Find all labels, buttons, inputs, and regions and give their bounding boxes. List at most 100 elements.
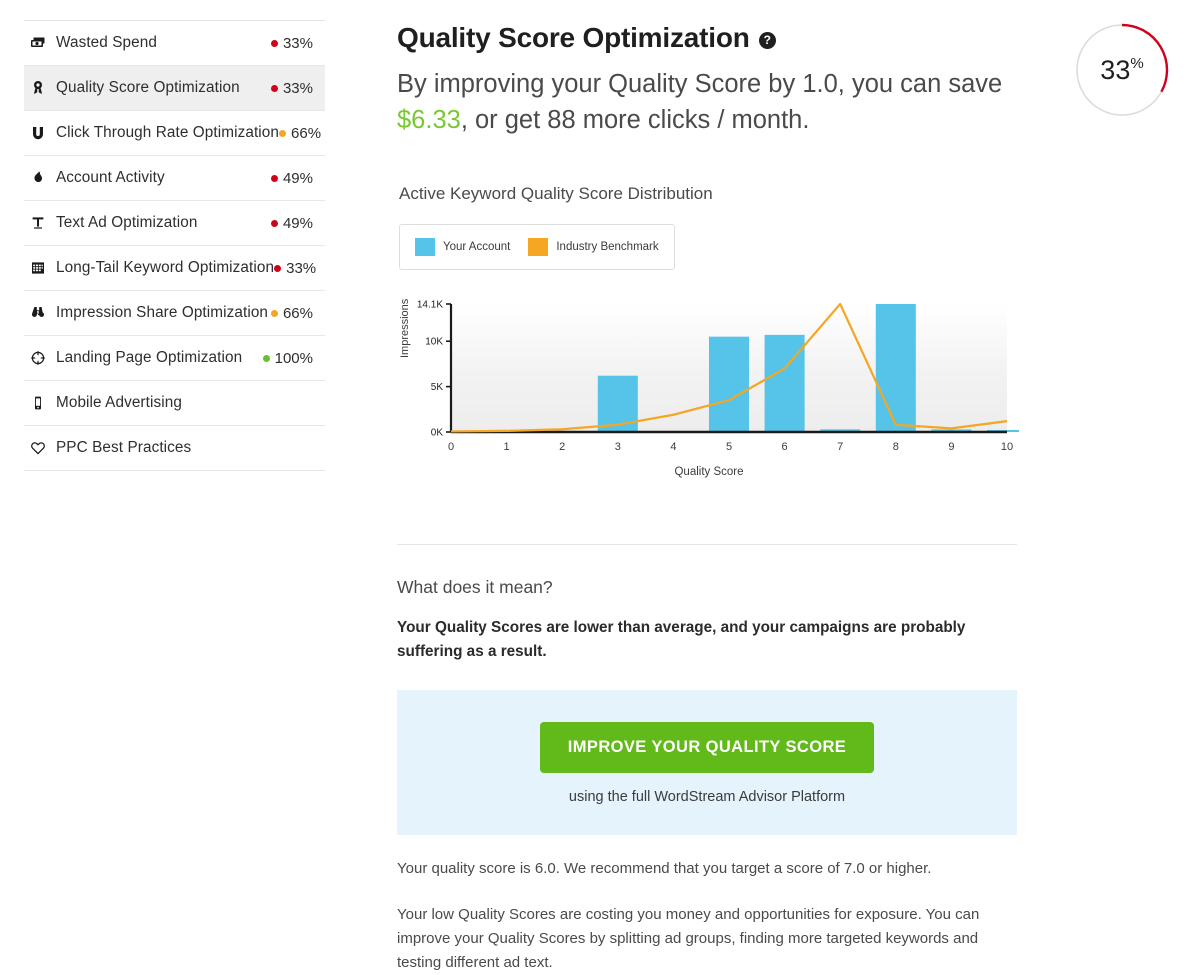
chart-x-axis-label: Quality Score [399,466,1019,478]
legend-item-industry-benchmark[interactable]: Industry Benchmark [528,238,658,256]
sidebar-item-label: Impression Share Optimization [56,304,271,322]
detail-paragraph-1: Your quality score is 6.0. We recommend … [397,857,997,881]
legend-label-your-account: Your Account [443,241,510,253]
sidebar-item-landing-page-optimization[interactable]: Landing Page Optimization 100% [24,336,325,381]
headline-part-1: By improving your Quality Score by 1.0, … [397,70,1002,98]
sidebar-item-score-value: 66% [283,305,313,322]
sidebar-item-label: Text Ad Optimization [56,214,271,232]
score-gauge: 33 % [1074,22,1170,118]
binoculars-icon [30,305,56,321]
headline-part-2: , or get 88 more clicks / month. [461,106,810,134]
gauge-unit: % [1130,55,1143,72]
sidebar-item-score-value: 100% [275,350,313,367]
sidebar-item-score-value: 33% [286,260,316,277]
svg-text:1: 1 [504,441,510,453]
svg-text:2: 2 [559,441,565,453]
headline: By improving your Quality Score by 1.0, … [397,66,1017,138]
sidebar-item-label: Quality Score Optimization [56,79,271,97]
sidebar-item-score: 66% [271,305,313,322]
magnet-icon [30,125,56,141]
sidebar-item-account-activity[interactable]: Account Activity 49% [24,156,325,201]
sidebar-item-score-value: 66% [291,125,321,142]
cta-subtext: using the full WordStream Advisor Platfo… [397,789,1017,805]
money-bills-icon [30,35,56,51]
grid-table-icon [30,260,56,276]
target-crosshair-icon [30,350,56,366]
status-dot [279,130,286,137]
sidebar-item-score: 100% [263,350,313,367]
headline-savings-amount: $6.33 [397,106,461,134]
sidebar-item-score: 49% [271,215,313,232]
detail-paragraph-2: Your low Quality Scores are costing you … [397,903,997,975]
legend-swatch-industry-benchmark [528,238,548,256]
sidebar-item-label: Click Through Rate Optimization [56,124,279,142]
svg-text:14.1K: 14.1K [417,300,443,311]
sidebar: Wasted Spend33%Quality Score Optimizatio… [0,0,325,956]
status-dot [271,85,278,92]
status-dot [271,40,278,47]
status-dot [274,265,281,272]
award-ribbon-icon [30,80,56,96]
chart-canvas: 0K5K10K14.1K012345678910 [399,292,1019,467]
sidebar-item-ppc-best-practices[interactable]: PPC Best Practices [24,426,325,471]
text-format-icon [30,215,56,231]
svg-text:0: 0 [448,441,454,453]
quality-score-distribution-chart: Impressions 0K5K10K14.1K012345678910 Qua… [399,292,1019,482]
sidebar-item-label: PPC Best Practices [56,439,313,457]
sidebar-item-mobile-advertising[interactable]: Mobile Advertising [24,381,325,426]
legend-swatch-your-account [415,238,435,256]
sidebar-item-label: Wasted Spend [56,34,271,52]
legend-item-your-account[interactable]: Your Account [415,238,510,256]
status-dot [271,175,278,182]
sidebar-item-score-value: 49% [283,215,313,232]
svg-text:3: 3 [615,441,621,453]
page-title: Quality Score Optimization ? [397,22,1017,54]
chart-legend: Your Account Industry Benchmark [399,224,675,270]
status-dot [271,310,278,317]
sidebar-item-long-tail-keyword-optimization[interactable]: Long-Tail Keyword Optimization 33% [24,246,325,291]
svg-text:6: 6 [782,441,788,453]
sidebar-item-score: 33% [271,80,313,97]
sidebar-item-impression-share-optimization[interactable]: Impression Share Optimization 66% [24,291,325,336]
svg-text:5: 5 [726,441,732,453]
gauge-value-group: 33 % [1074,22,1170,118]
sidebar-item-wasted-spend[interactable]: Wasted Spend 33% [24,21,325,66]
mobile-phone-icon [30,395,56,411]
svg-text:4: 4 [670,441,676,453]
page-root: Wasted Spend33%Quality Score Optimizatio… [0,0,1194,956]
sidebar-item-score-value: 49% [283,170,313,187]
sidebar-item-score-value: 33% [283,35,313,52]
gauge-value: 33 [1100,55,1130,86]
sidebar-item-text-ad-optimization[interactable]: Text Ad Optimization 49% [24,201,325,246]
sidebar-item-label: Long-Tail Keyword Optimization [56,259,274,277]
cta-panel: IMPROVE YOUR QUALITY SCORE using the ful… [397,690,1017,835]
section-heading: What does it mean? [397,577,1017,598]
svg-text:7: 7 [837,441,843,453]
sidebar-item-click-through-rate-optimization[interactable]: Click Through Rate Optimization 66% [24,111,325,156]
legend-label-industry-benchmark: Industry Benchmark [556,241,658,253]
sidebar-item-score: 49% [271,170,313,187]
status-dot [271,220,278,227]
help-icon[interactable]: ? [759,32,776,49]
page-title-text: Quality Score Optimization [397,22,750,54]
chart-title: Active Keyword Quality Score Distributio… [399,184,1017,204]
sidebar-list: Wasted Spend33%Quality Score Optimizatio… [24,20,325,471]
svg-text:10: 10 [1001,441,1013,453]
svg-text:8: 8 [893,441,899,453]
section-divider [397,544,1017,545]
sidebar-item-label: Landing Page Optimization [56,349,263,367]
sidebar-item-score: 33% [274,260,316,277]
sidebar-item-label: Mobile Advertising [56,394,313,412]
sidebar-item-score-value: 33% [283,80,313,97]
status-dot [263,355,270,362]
main-content: Quality Score Optimization ? By improvin… [325,0,1194,956]
heart-icon [30,440,56,456]
svg-text:9: 9 [948,441,954,453]
sidebar-item-score: 33% [271,35,313,52]
sidebar-item-label: Account Activity [56,169,271,187]
sidebar-item-score: 66% [279,125,321,142]
flame-icon [30,170,56,186]
sidebar-item-quality-score-optimization[interactable]: Quality Score Optimization 33% [24,66,325,111]
svg-text:5K: 5K [431,382,444,393]
improve-quality-score-button[interactable]: IMPROVE YOUR QUALITY SCORE [540,722,874,773]
